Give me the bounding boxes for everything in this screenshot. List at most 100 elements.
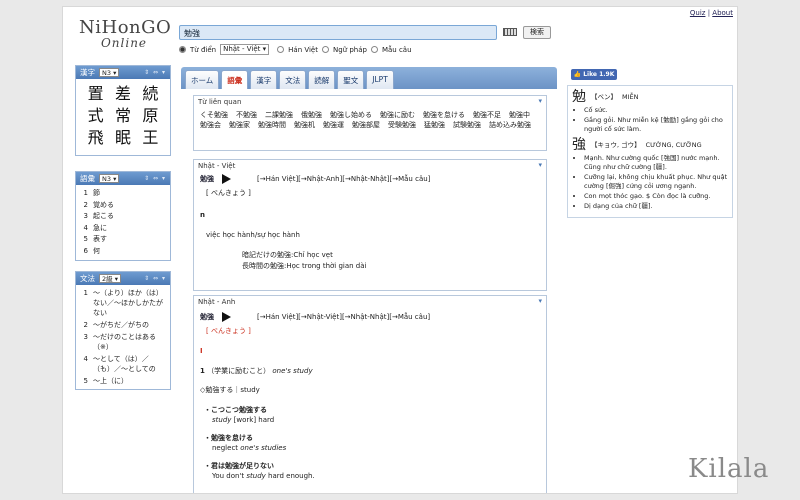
- collapse-icon[interactable]: ▾: [538, 97, 542, 105]
- related-word[interactable]: 勉強部屋: [352, 121, 380, 129]
- watermark-logo: Kilala: [688, 454, 770, 484]
- example-list: 暗記だけの勉強:Chỉ học vẹt 長時間の勉強:Học trong thờ…: [200, 250, 540, 272]
- tab-grammar[interactable]: 文法: [279, 70, 307, 89]
- example-item: 暗記だけの勉強:Chỉ học vẹt: [242, 251, 333, 259]
- dict-links[interactable]: [→Hán Việt][→Nhật-Anh][→Nhật-Nhật][→Mẫu …: [257, 174, 430, 184]
- kanji-item[interactable]: 原: [137, 105, 164, 127]
- part-of-speech: n: [200, 211, 205, 219]
- list-item[interactable]: 5 表す: [80, 234, 166, 246]
- related-word[interactable]: 勉強会: [200, 121, 221, 129]
- meaning: việc học hành/sự học hành: [206, 231, 300, 239]
- search-input[interactable]: 勉強: [179, 25, 497, 40]
- related-word[interactable]: 勉強し始める: [330, 111, 372, 119]
- kanji-panel-header: 漢字 N3 ▾ ⇕ ⇔ ▾: [76, 66, 170, 79]
- related-word[interactable]: くそ勉強: [200, 111, 228, 119]
- panel-controls-icon[interactable]: ⇕ ⇔ ▾: [144, 275, 166, 282]
- collapse-icon[interactable]: ▾: [538, 297, 542, 305]
- collapse-icon[interactable]: ▾: [538, 161, 542, 169]
- about-link[interactable]: About: [712, 9, 733, 17]
- related-word[interactable]: 勉強時間: [258, 121, 286, 129]
- list-item[interactable]: 3 ～だけのことはある（※）: [80, 332, 166, 352]
- grammar-panel: 文法 2級 ▾ ⇕ ⇔ ▾ 1 ～（より）ほか（は）ない／～ほかしかたがない 2 ～…: [75, 271, 171, 390]
- radio-maucau[interactable]: [370, 46, 378, 53]
- related-word[interactable]: 勉強机: [294, 121, 315, 129]
- related-word[interactable]: 猛勉強: [424, 121, 445, 129]
- box-title: Nhật - Anh ▾: [198, 297, 542, 306]
- tab-jlpt[interactable]: JLPT: [366, 70, 394, 89]
- example-item: ・こつこつ勉強する study [work] hard: [204, 406, 275, 424]
- dict-links[interactable]: [→Hán Việt][→Nhật-Việt][→Nhật-Nhật][→Mẫu…: [257, 312, 430, 322]
- facebook-like-button[interactable]: 👍 Like 1.9K: [571, 69, 617, 80]
- vocab-panel: 語彙 N3 ▾ ⇕ ⇔ ▾ 1節 2 覚める 3 起こる 4 急に 5 表す 6何: [75, 171, 171, 261]
- vocab-level-select[interactable]: N3 ▾: [99, 174, 120, 183]
- kanji-item[interactable]: 置: [82, 83, 109, 105]
- grammar-level-select[interactable]: 2級 ▾: [99, 274, 121, 283]
- tab-sentences[interactable]: 聖文: [337, 70, 365, 89]
- play-audio-icon[interactable]: [222, 174, 231, 184]
- list-item[interactable]: 1節: [80, 188, 166, 200]
- radio-tudien[interactable]: [179, 46, 186, 53]
- kanji-item[interactable]: 眠: [109, 127, 136, 149]
- related-word[interactable]: 二課勉強: [265, 111, 293, 119]
- keyboard-icon[interactable]: [503, 28, 517, 36]
- search-button[interactable]: 検索: [523, 26, 551, 39]
- example-item: ・君は勉強が足りない You don't study hard enough.: [204, 462, 315, 480]
- main-tabs: ホーム 語彙 漢字 文法 読解 聖文 JLPT: [181, 67, 557, 89]
- kanji-level-select[interactable]: N3 ▾: [99, 68, 120, 77]
- list-item[interactable]: 6何: [80, 246, 166, 258]
- related-word[interactable]: 勉強家: [229, 121, 250, 129]
- grammar-list: 1 ～（より）ほか（は）ない／～ほかしかたがない 2 ～がちだ／がちの 3 ～だけのこ…: [76, 285, 170, 389]
- box-title: Nhật - Việt ▾: [198, 161, 542, 170]
- panel-controls-icon[interactable]: ⇕ ⇔ ▾: [144, 175, 166, 182]
- tab-home[interactable]: ホーム: [185, 70, 220, 89]
- list-item[interactable]: 3 起こる: [80, 211, 166, 223]
- vocab-panel-header: 語彙 N3 ▾ ⇕ ⇔ ▾: [76, 172, 170, 185]
- list-item[interactable]: 4 ～として（は）／（も）／～としての: [80, 354, 166, 374]
- kanji-panel: 漢字 N3 ▾ ⇕ ⇔ ▾ 置 差 続 式 常 原 飛 眠 王: [75, 65, 171, 156]
- radio-nguphap[interactable]: [322, 46, 329, 53]
- top-links: Quiz | About: [689, 9, 733, 17]
- kanji-info-box: 勉 【ベン】 MIỄN Cố sức. Gắng gỏi. Như miễn k…: [567, 85, 733, 218]
- related-word[interactable]: 試験勉強: [453, 121, 481, 129]
- kanji-char: 勉: [572, 89, 586, 105]
- nhat-viet-box: Nhật - Việt ▾ 勉強 [→Hán Việt][→Nhật-Anh][→…: [193, 159, 547, 291]
- related-word[interactable]: 勉強中: [509, 111, 530, 119]
- kanji-item[interactable]: 常: [109, 105, 136, 127]
- related-word[interactable]: 勉強に励む: [380, 111, 415, 119]
- list-item[interactable]: 5 ～上（に）: [80, 376, 166, 386]
- related-word[interactable]: 勉強不足: [473, 111, 501, 119]
- kanji-item[interactable]: 続: [137, 83, 164, 105]
- kanji-item[interactable]: 差: [109, 83, 136, 105]
- tab-kanji[interactable]: 漢字: [250, 70, 278, 89]
- nhat-anh-box: Nhật - Anh ▾ 勉強 [→Hán Việt][→Nhật-Việt][→…: [193, 295, 547, 493]
- kanji-item[interactable]: 王: [137, 127, 164, 149]
- related-word[interactable]: 詰め込み勉強: [489, 121, 531, 129]
- tab-vocab[interactable]: 語彙: [221, 70, 249, 89]
- list-item[interactable]: 1 ～（より）ほか（は）ない／～ほかしかたがない: [80, 288, 166, 318]
- box-title: Từ liên quan ▾: [198, 97, 542, 106]
- headword: 勉強: [200, 313, 214, 321]
- radio-hanviet[interactable]: [277, 46, 285, 53]
- related-words-box: Từ liên quan ▾ くそ勉強 不勉強 二課勉強 俄勉強 勉強し始める 勉強に励む勉…: [193, 95, 547, 151]
- related-word[interactable]: 勉強運: [323, 121, 344, 129]
- related-word[interactable]: 俄勉強: [301, 111, 322, 119]
- reading: [ べんきょう ]: [206, 327, 251, 335]
- list-item[interactable]: 2 覚める: [80, 200, 166, 212]
- related-word[interactable]: 勉強を怠ける: [423, 111, 465, 119]
- site-logo[interactable]: NiHonGO Online: [79, 17, 171, 50]
- list-item[interactable]: 4 急に: [80, 223, 166, 235]
- related-word[interactable]: 受験勉強: [388, 121, 416, 129]
- kanji-meanings: Cố sức. Gắng gỏi. Như miễn kệ [勉励] gắng …: [572, 106, 728, 134]
- quiz-link[interactable]: Quiz: [690, 9, 706, 17]
- kanji-item[interactable]: 飛: [82, 127, 109, 149]
- panel-controls-icon[interactable]: ⇕ ⇔ ▾: [144, 69, 166, 76]
- list-item[interactable]: 2 ～がちだ／がちの: [80, 320, 166, 330]
- related-word[interactable]: 不勉強: [236, 111, 257, 119]
- dict-select[interactable]: Nhật - Việt ▾: [220, 44, 270, 55]
- compound: ◇勉強する｜study: [200, 386, 260, 394]
- play-audio-icon[interactable]: [222, 312, 231, 322]
- reading: [ べんきょう ]: [206, 189, 251, 197]
- tab-reading[interactable]: 読解: [308, 70, 336, 89]
- kanji-info-header: 強 【キョウ, ゴウ】 CƯỜNG, CƯỠNG: [572, 137, 702, 153]
- kanji-item[interactable]: 式: [82, 105, 109, 127]
